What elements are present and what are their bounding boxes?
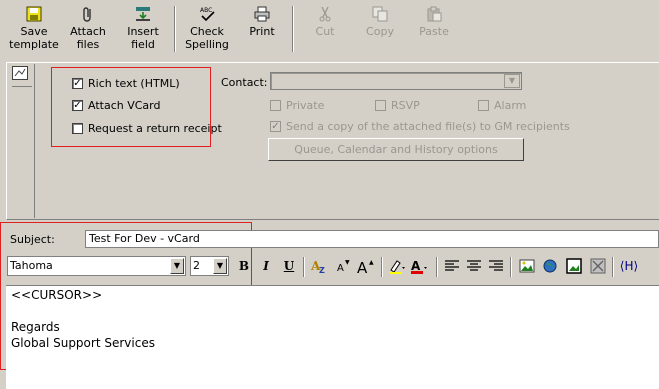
subject-input[interactable]: Test For Dev - vCard bbox=[85, 230, 659, 248]
private-label: Private bbox=[286, 99, 325, 112]
align-center-icon[interactable] bbox=[465, 258, 483, 274]
options-tab-icon[interactable] bbox=[12, 66, 28, 80]
align-left-icon[interactable] bbox=[443, 258, 461, 274]
contact-label: Contact: bbox=[221, 76, 268, 89]
toolbar-separator bbox=[174, 6, 176, 52]
decrease-font-icon[interactable]: A ▼ bbox=[334, 258, 352, 274]
font-size-dropdown[interactable]: 2 ▼ bbox=[190, 256, 229, 276]
copy-button[interactable]: Copy bbox=[362, 4, 398, 56]
svg-text:▲: ▲ bbox=[369, 259, 374, 266]
tab-divider bbox=[12, 86, 32, 87]
text-color-icon[interactable]: A bbox=[410, 258, 428, 274]
attach-files-label-1: Attach bbox=[70, 25, 106, 38]
subject-label: Subject: bbox=[10, 233, 55, 246]
toolbar-separator bbox=[292, 6, 294, 52]
attach-files-label-2: files bbox=[76, 38, 100, 51]
svg-text:A: A bbox=[411, 259, 421, 273]
align-right-icon[interactable] bbox=[487, 258, 505, 274]
save-template-label-1: Save bbox=[20, 25, 48, 38]
alarm-checkbox[interactable] bbox=[478, 100, 489, 111]
chevron-down-icon[interactable]: ▼ bbox=[504, 74, 520, 88]
paste-label: Paste bbox=[419, 25, 449, 38]
insert-field-label-2: field bbox=[131, 38, 155, 51]
printer-icon bbox=[254, 6, 270, 22]
contact-dropdown[interactable] bbox=[270, 72, 522, 90]
underline-button[interactable]: U bbox=[280, 258, 298, 274]
increase-font-icon[interactable]: A ▲ bbox=[356, 258, 374, 277]
svg-text:A: A bbox=[337, 263, 344, 274]
check-spelling-button[interactable]: ABC Check Spelling bbox=[182, 4, 232, 56]
insert-field-icon bbox=[135, 6, 151, 22]
insert-field-button[interactable]: Insert field bbox=[120, 4, 166, 56]
format-separator bbox=[612, 257, 614, 277]
send-copy-label: Send a copy of the attached file(s) to G… bbox=[286, 120, 570, 133]
highlight-color-icon[interactable] bbox=[388, 258, 406, 274]
attach-vcard-checkbox[interactable]: ✓ bbox=[72, 100, 83, 111]
italic-button[interactable]: I bbox=[257, 258, 275, 274]
svg-text:▼: ▼ bbox=[345, 259, 350, 266]
paste-button[interactable]: Paste bbox=[416, 4, 452, 56]
copy-icon bbox=[372, 6, 388, 22]
insert-image-icon[interactable] bbox=[518, 258, 536, 274]
return-receipt-checkbox[interactable] bbox=[72, 123, 83, 134]
scissors-icon bbox=[317, 6, 333, 22]
save-template-button[interactable]: Save template bbox=[6, 4, 62, 56]
format-separator bbox=[303, 257, 305, 277]
spell-check-icon: ABC bbox=[199, 6, 215, 22]
rich-text-checkbox[interactable]: ✓ bbox=[72, 78, 83, 89]
body-line: Global Support Services bbox=[11, 336, 155, 350]
font-size-value: 2 bbox=[193, 259, 200, 272]
attach-vcard-label: Attach VCard bbox=[88, 99, 161, 112]
body-line: Regards bbox=[11, 320, 60, 334]
format-separator bbox=[381, 257, 383, 277]
bold-button[interactable]: B bbox=[235, 258, 253, 274]
return-receipt-label: Request a return receipt bbox=[88, 122, 222, 135]
check-spelling-label-1: Check bbox=[190, 25, 224, 38]
print-label: Print bbox=[249, 25, 275, 38]
print-button[interactable]: Print bbox=[244, 4, 280, 56]
format-separator bbox=[510, 257, 512, 277]
rich-text-label: Rich text (HTML) bbox=[88, 77, 180, 90]
insert-field-label-1: Insert bbox=[127, 25, 159, 38]
image-properties-icon[interactable] bbox=[565, 258, 583, 274]
floppy-disk-icon bbox=[26, 6, 42, 22]
font-value: Tahoma bbox=[10, 259, 53, 272]
toolbar: Save template Attach files Insert field … bbox=[0, 0, 659, 60]
attach-files-button[interactable]: Attach files bbox=[66, 4, 110, 56]
font-color-a-z-icon[interactable]: AZ bbox=[310, 258, 328, 275]
svg-text:Z: Z bbox=[319, 266, 325, 274]
rsvp-label: RSVP bbox=[391, 99, 420, 112]
private-checkbox[interactable] bbox=[270, 100, 281, 111]
format-separator bbox=[436, 257, 438, 277]
send-copy-checkbox[interactable]: ✓ bbox=[270, 121, 281, 132]
options-tab-strip bbox=[8, 64, 35, 218]
check-spelling-label-2: Spelling bbox=[185, 38, 229, 51]
html-source-button[interactable]: ⟨H⟩ bbox=[618, 258, 640, 274]
paperclip-icon bbox=[80, 6, 96, 22]
rsvp-checkbox[interactable] bbox=[375, 100, 386, 111]
font-dropdown[interactable]: Tahoma ▼ bbox=[7, 256, 186, 276]
chevron-down-icon[interactable]: ▼ bbox=[170, 258, 184, 274]
insert-link-globe-icon[interactable] bbox=[541, 258, 559, 274]
cut-label: Cut bbox=[315, 25, 335, 38]
clipboard-icon bbox=[426, 6, 442, 22]
remove-image-icon[interactable] bbox=[589, 258, 607, 274]
queue-calendar-history-button[interactable]: Queue, Calendar and History options bbox=[268, 138, 524, 161]
save-template-label-2: template bbox=[9, 38, 59, 51]
copy-label: Copy bbox=[366, 25, 394, 38]
cut-button[interactable]: Cut bbox=[308, 4, 342, 56]
body-line: <<CURSOR>> bbox=[11, 288, 103, 302]
svg-text:ABC: ABC bbox=[200, 7, 212, 14]
alarm-label: Alarm bbox=[494, 99, 527, 112]
chevron-down-icon[interactable]: ▼ bbox=[213, 258, 227, 274]
svg-text:A: A bbox=[357, 259, 368, 274]
